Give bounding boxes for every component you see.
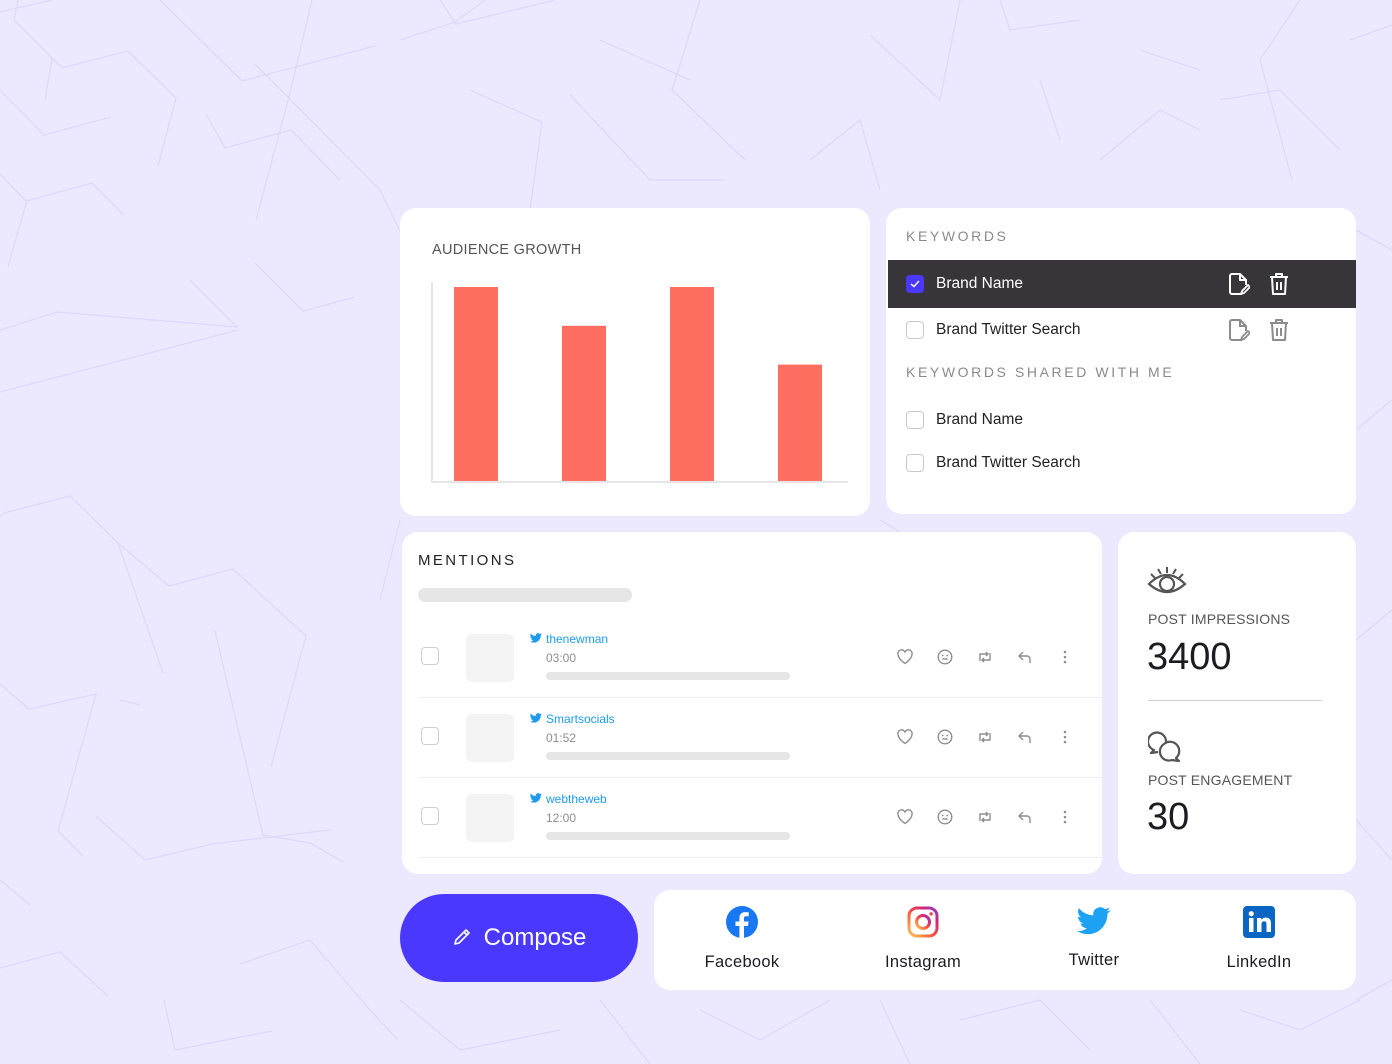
reply-icon[interactable] (1016, 728, 1034, 748)
heart-icon[interactable] (896, 808, 914, 828)
retweet-icon[interactable] (976, 648, 994, 668)
trash-icon[interactable] (1268, 318, 1290, 342)
mention-row[interactable]: webtheweb 12:00 (418, 778, 1102, 858)
impressions-value: 3400 (1147, 636, 1232, 678)
avatar (466, 714, 514, 762)
social-linkedin[interactable]: LinkedIn (1189, 906, 1329, 972)
keywords-title: KEYWORDS (906, 228, 1009, 244)
mention-actions (896, 808, 1074, 828)
edit-document-icon[interactable] (1228, 272, 1250, 296)
social-facebook[interactable]: Facebook (672, 906, 812, 972)
mention-username[interactable]: thenewman (546, 632, 608, 646)
keyword-checkbox[interactable] (906, 321, 924, 339)
keywords-card: KEYWORDS Brand Name Brand Twitter Search (886, 208, 1356, 514)
retweet-icon[interactable] (976, 728, 994, 748)
avatar (466, 794, 514, 842)
mention-checkbox[interactable] (421, 647, 439, 665)
keyword-label: Brand Name (936, 275, 1024, 292)
chart-bar-1 (454, 287, 498, 481)
chart-bar-2 (562, 325, 606, 481)
more-vertical-icon[interactable] (1056, 648, 1074, 668)
linkedin-icon (1243, 906, 1275, 943)
mention-time: 03:00 (546, 651, 577, 665)
compose-label: Compose (483, 924, 587, 951)
twitter-icon (530, 792, 542, 806)
avatar (466, 634, 514, 682)
mention-actions (896, 648, 1074, 668)
chart-bar-3 (670, 287, 714, 481)
instagram-icon (907, 906, 939, 943)
audience-growth-card: AUDIENCE GROWTH (400, 208, 870, 516)
mention-time: 12:00 (546, 811, 577, 825)
pencil-icon (452, 927, 472, 950)
reply-icon[interactable] (1016, 648, 1034, 668)
social-networks-card: Facebook Instagram Twitter LinkedIn (654, 890, 1356, 990)
mentions-search-placeholder[interactable] (418, 588, 632, 602)
keywords-shared-title: KEYWORDS SHARED WITH ME (906, 364, 1175, 380)
neutral-face-icon[interactable] (936, 648, 954, 668)
mention-text-placeholder (546, 752, 790, 760)
keyword-label: Brand Twitter Search (936, 454, 1081, 471)
neutral-face-icon[interactable] (936, 808, 954, 828)
keyword-checkbox[interactable] (906, 454, 924, 472)
retweet-icon[interactable] (976, 808, 994, 828)
keyword-row[interactable]: Brand Twitter Search (888, 306, 1356, 354)
mention-text-placeholder (546, 672, 790, 680)
reply-icon[interactable] (1016, 808, 1034, 828)
stats-card: POST IMPRESSIONS 3400 POST ENGAGEMENT 30 (1118, 532, 1356, 874)
impressions-label: POST IMPRESSIONS (1148, 611, 1291, 627)
keyword-label: Brand Name (936, 411, 1024, 428)
mention-username[interactable]: Smartsocials (546, 712, 615, 726)
mention-checkbox[interactable] (421, 727, 439, 745)
keyword-checkbox[interactable] (906, 275, 924, 293)
social-twitter[interactable]: Twitter (1024, 906, 1164, 970)
mention-row[interactable]: Smartsocials 01:52 (418, 698, 1102, 778)
neutral-face-icon[interactable] (936, 728, 954, 748)
more-vertical-icon[interactable] (1056, 808, 1074, 828)
social-label: Facebook (704, 953, 780, 971)
audience-growth-chart (431, 282, 848, 483)
mentions-title: MENTIONS (418, 552, 517, 569)
mentions-card: MENTIONS thenewman 03:00 Smartsocials 01:52… (402, 532, 1102, 874)
shared-keyword-row[interactable]: Brand Name (888, 396, 1356, 444)
twitter-icon (530, 632, 542, 646)
edit-document-icon[interactable] (1228, 318, 1250, 342)
checkmark-icon (910, 280, 920, 288)
eye-icon (1147, 564, 1187, 603)
mention-checkbox[interactable] (421, 807, 439, 825)
chart-bar-4 (778, 364, 822, 481)
stats-divider (1148, 700, 1322, 701)
mention-time: 01:52 (546, 731, 577, 745)
social-label: Twitter (1068, 951, 1120, 969)
engagement-value: 30 (1147, 796, 1190, 838)
chat-bubbles-icon (1146, 730, 1182, 769)
mention-username[interactable]: webtheweb (546, 792, 607, 806)
heart-icon[interactable] (896, 648, 914, 668)
social-label: LinkedIn (1226, 953, 1292, 971)
social-instagram[interactable]: Instagram (853, 906, 993, 972)
heart-icon[interactable] (896, 728, 914, 748)
shared-keyword-row[interactable]: Brand Twitter Search (888, 439, 1356, 487)
social-label: Instagram (884, 953, 962, 971)
keyword-row[interactable]: Brand Name (888, 260, 1356, 308)
twitter-icon (530, 712, 542, 726)
keyword-checkbox[interactable] (906, 411, 924, 429)
keyword-label: Brand Twitter Search (936, 321, 1081, 338)
twitter-icon (1077, 906, 1111, 941)
compose-button[interactable]: Compose (400, 894, 638, 982)
mention-row[interactable]: thenewman 03:00 (418, 618, 1102, 698)
mention-actions (896, 728, 1074, 748)
more-vertical-icon[interactable] (1056, 728, 1074, 748)
engagement-label: POST ENGAGEMENT (1148, 772, 1293, 788)
mention-text-placeholder (546, 832, 790, 840)
facebook-icon (726, 906, 758, 943)
trash-icon[interactable] (1268, 272, 1290, 296)
